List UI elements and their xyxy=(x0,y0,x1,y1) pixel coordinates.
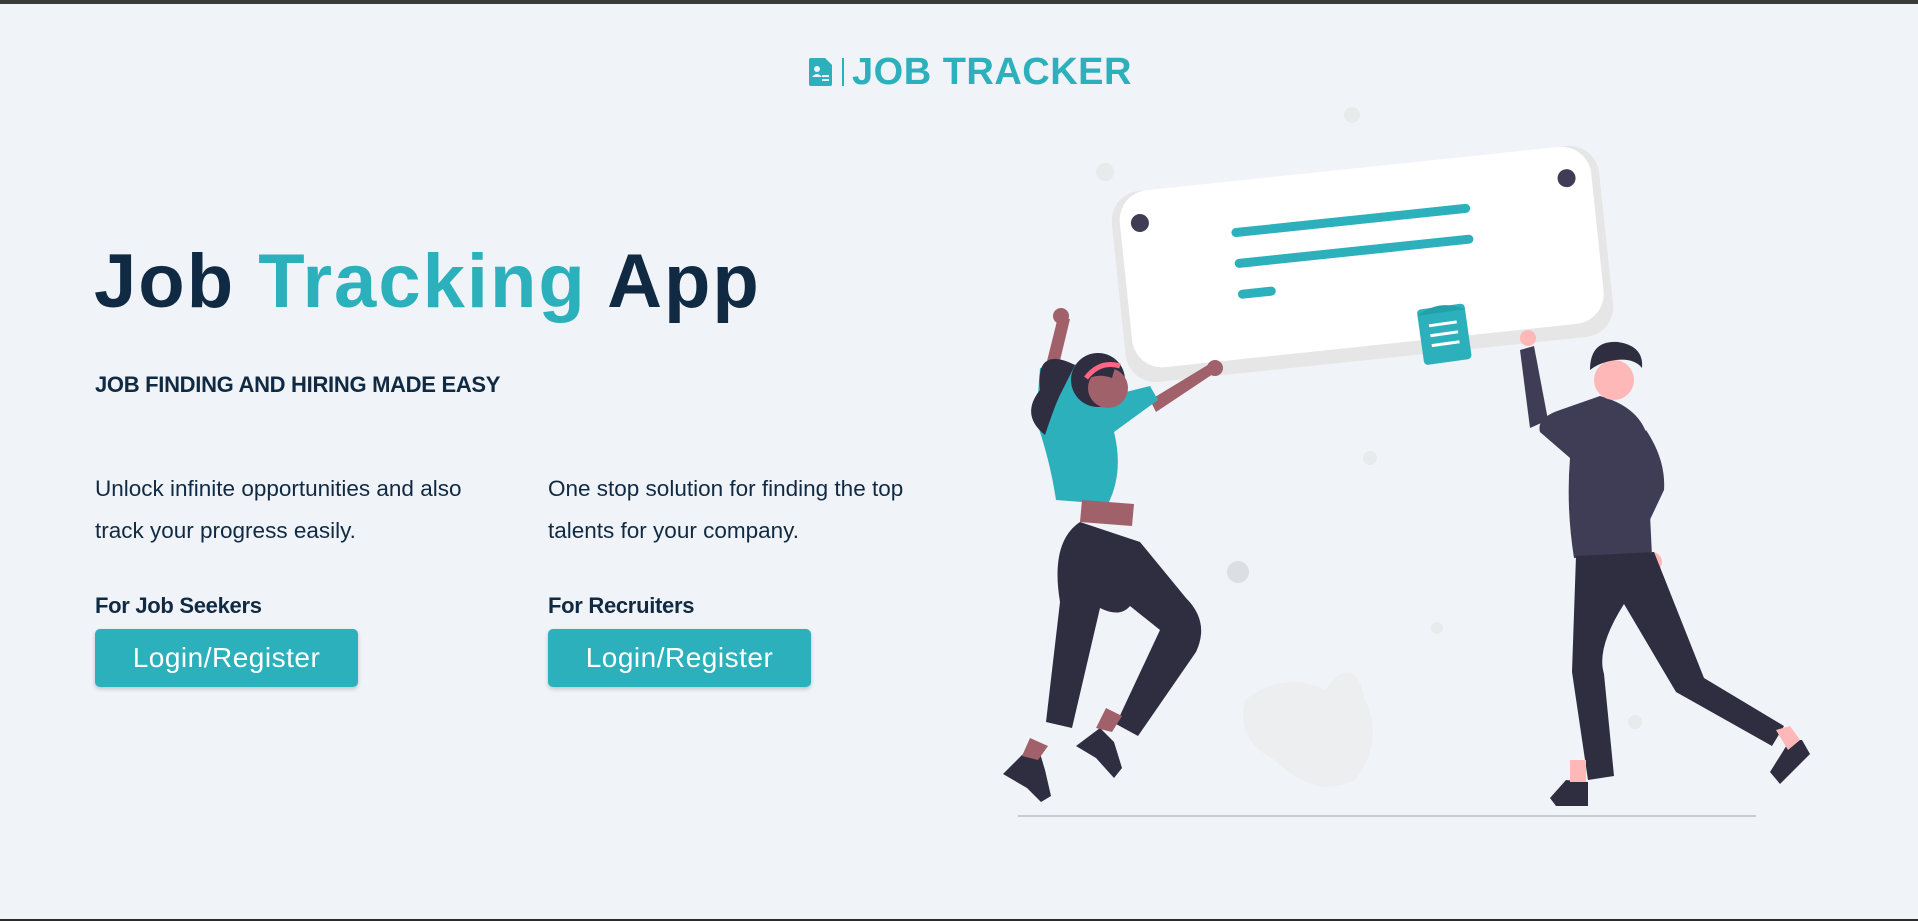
document-icon xyxy=(809,58,832,86)
logo-divider xyxy=(842,58,844,86)
recruiters-heading: For Recruiters xyxy=(548,593,695,618)
hero-title-accent: Tracking xyxy=(258,239,587,324)
recruiters-login-register-button[interactable]: Login/Register xyxy=(548,629,811,687)
recruiters-description: One stop solution for finding the top ta… xyxy=(548,476,904,543)
decor-dot xyxy=(1431,622,1443,634)
job-seekers-login-register-button[interactable]: Login/Register xyxy=(95,629,358,687)
brand-logo[interactable]: JOB TRACKER xyxy=(808,50,1132,93)
document-icon xyxy=(1417,303,1472,365)
hero-title-part1: Job xyxy=(94,239,236,324)
hero-title-part2: App xyxy=(607,239,761,324)
hero-tagline: JOB FINDING AND HIRING MADE EASY xyxy=(95,372,501,397)
man-figure xyxy=(1520,330,1810,806)
job-seekers-description: Unlock infinite opportunities and also t… xyxy=(95,476,462,543)
decor-dot xyxy=(1227,561,1249,583)
window-top-border xyxy=(0,0,1918,4)
hero-title: Job Tracking App xyxy=(94,238,761,325)
job-seekers-heading: For Job Seekers xyxy=(95,593,262,618)
recruiters-section: One stop solution for finding the top ta… xyxy=(548,468,968,687)
decor-blob xyxy=(1243,672,1373,787)
job-seekers-section: Unlock infinite opportunities and also t… xyxy=(95,468,515,687)
message-card xyxy=(1111,145,1614,383)
hero-illustration xyxy=(1003,107,1810,817)
decor-dot xyxy=(1363,451,1377,465)
brand-name: JOB TRACKER xyxy=(852,50,1132,93)
decor-dot xyxy=(1628,715,1642,729)
decor-dot xyxy=(1344,107,1360,123)
woman-figure xyxy=(1003,308,1223,802)
decor-dot xyxy=(1096,163,1114,181)
